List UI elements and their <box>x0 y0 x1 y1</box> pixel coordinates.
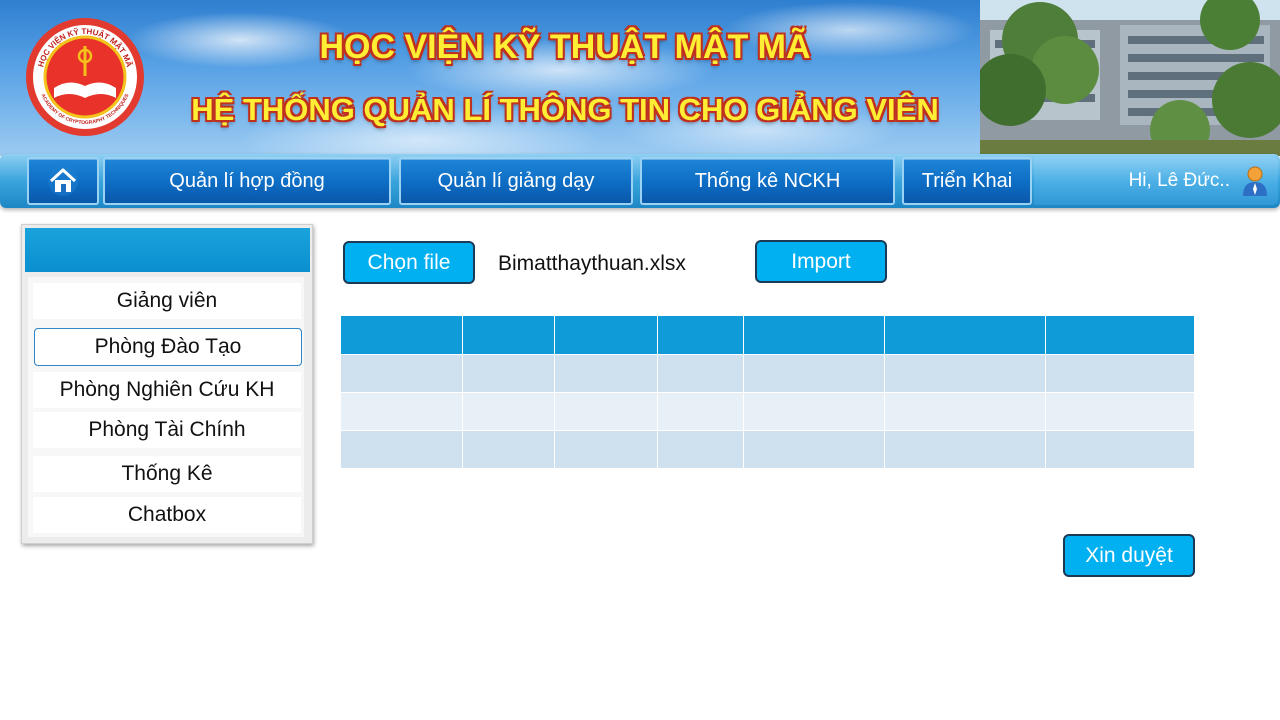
table-cell <box>884 354 1046 393</box>
table-cell <box>462 354 555 393</box>
table-row <box>340 392 1195 431</box>
nav-research-statistics[interactable]: Thống kê NCKH <box>640 157 895 205</box>
sidebar-item-finance-office[interactable]: Phòng Tài Chính <box>33 412 301 448</box>
table-cell <box>554 430 658 469</box>
table-header-cell <box>743 315 885 355</box>
nav-deployment[interactable]: Triển Khai <box>902 157 1032 205</box>
sidebar-item-lecturer[interactable]: Giảng viên <box>33 283 301 319</box>
table-cell <box>743 354 885 393</box>
table-header-cell <box>462 315 555 355</box>
table-header-cell <box>1045 315 1195 355</box>
table-cell <box>554 392 658 431</box>
system-subtitle: HỆ THỐNG QUẢN LÍ THÔNG TIN CHO GIẢNG VIÊ… <box>191 92 939 127</box>
request-approval-button[interactable]: Xin duyệt <box>1063 534 1195 577</box>
table-cell <box>657 392 744 431</box>
sidebar-item-training-office[interactable]: Phòng Đào Tạo <box>34 328 302 366</box>
table-cell <box>1045 392 1195 431</box>
table-row <box>340 430 1195 469</box>
import-button[interactable]: Import <box>755 240 887 283</box>
home-icon <box>48 166 78 196</box>
table-cell <box>657 354 744 393</box>
academy-logo: HỌC VIỆN KỸ THUẬT MẬT MÃ ACADEMY OF CRYP… <box>26 18 144 136</box>
table-header-cell <box>884 315 1046 355</box>
table-header-cell <box>657 315 744 355</box>
table-header-cell <box>554 315 658 355</box>
table-cell <box>884 430 1046 469</box>
table-cell <box>340 354 463 393</box>
user-greeting: Hi, Lê Đức.. <box>1128 170 1230 191</box>
sidebar-item-statistics[interactable]: Thống Kê <box>33 456 301 492</box>
table-cell <box>743 430 885 469</box>
table-cell <box>1045 430 1195 469</box>
table-cell <box>884 392 1046 431</box>
sidebar-item-research-office[interactable]: Phòng Nghiên Cứu KH <box>33 372 301 408</box>
table-cell <box>462 392 555 431</box>
header-banner: HỌC VIỆN KỸ THUẬT MẬT MÃ ACADEMY OF CRYP… <box>0 0 1280 156</box>
table-header-cell <box>340 315 463 355</box>
academy-title: HỌC VIỆN KỸ THUẬT MẬT MÃ <box>319 28 811 66</box>
nav-teaching-management[interactable]: Quản lí giảng dạy <box>399 157 633 205</box>
table-cell <box>340 392 463 431</box>
sidebar-header <box>25 228 310 272</box>
table-header-row <box>340 315 1195 355</box>
sidebar-item-chatbox[interactable]: Chatbox <box>33 497 301 533</box>
campus-building-image <box>980 0 1280 156</box>
nav-contract-management[interactable]: Quản lí hợp đồng <box>103 157 391 205</box>
table-cell <box>743 392 885 431</box>
table-cell <box>462 430 555 469</box>
user-greeting-area[interactable]: Hi, Lê Đức.. <box>1034 157 1278 205</box>
user-icon <box>1243 166 1267 196</box>
table-cell <box>1045 354 1195 393</box>
home-button[interactable] <box>27 157 99 205</box>
table-cell <box>657 430 744 469</box>
import-data-table <box>340 315 1195 469</box>
table-cell <box>554 354 658 393</box>
selected-file-name: Bimatthaythuan.xlsx <box>498 252 686 275</box>
sky-background <box>0 0 980 156</box>
choose-file-button[interactable]: Chọn file <box>343 241 475 284</box>
table-cell <box>340 430 463 469</box>
table-row <box>340 354 1195 393</box>
